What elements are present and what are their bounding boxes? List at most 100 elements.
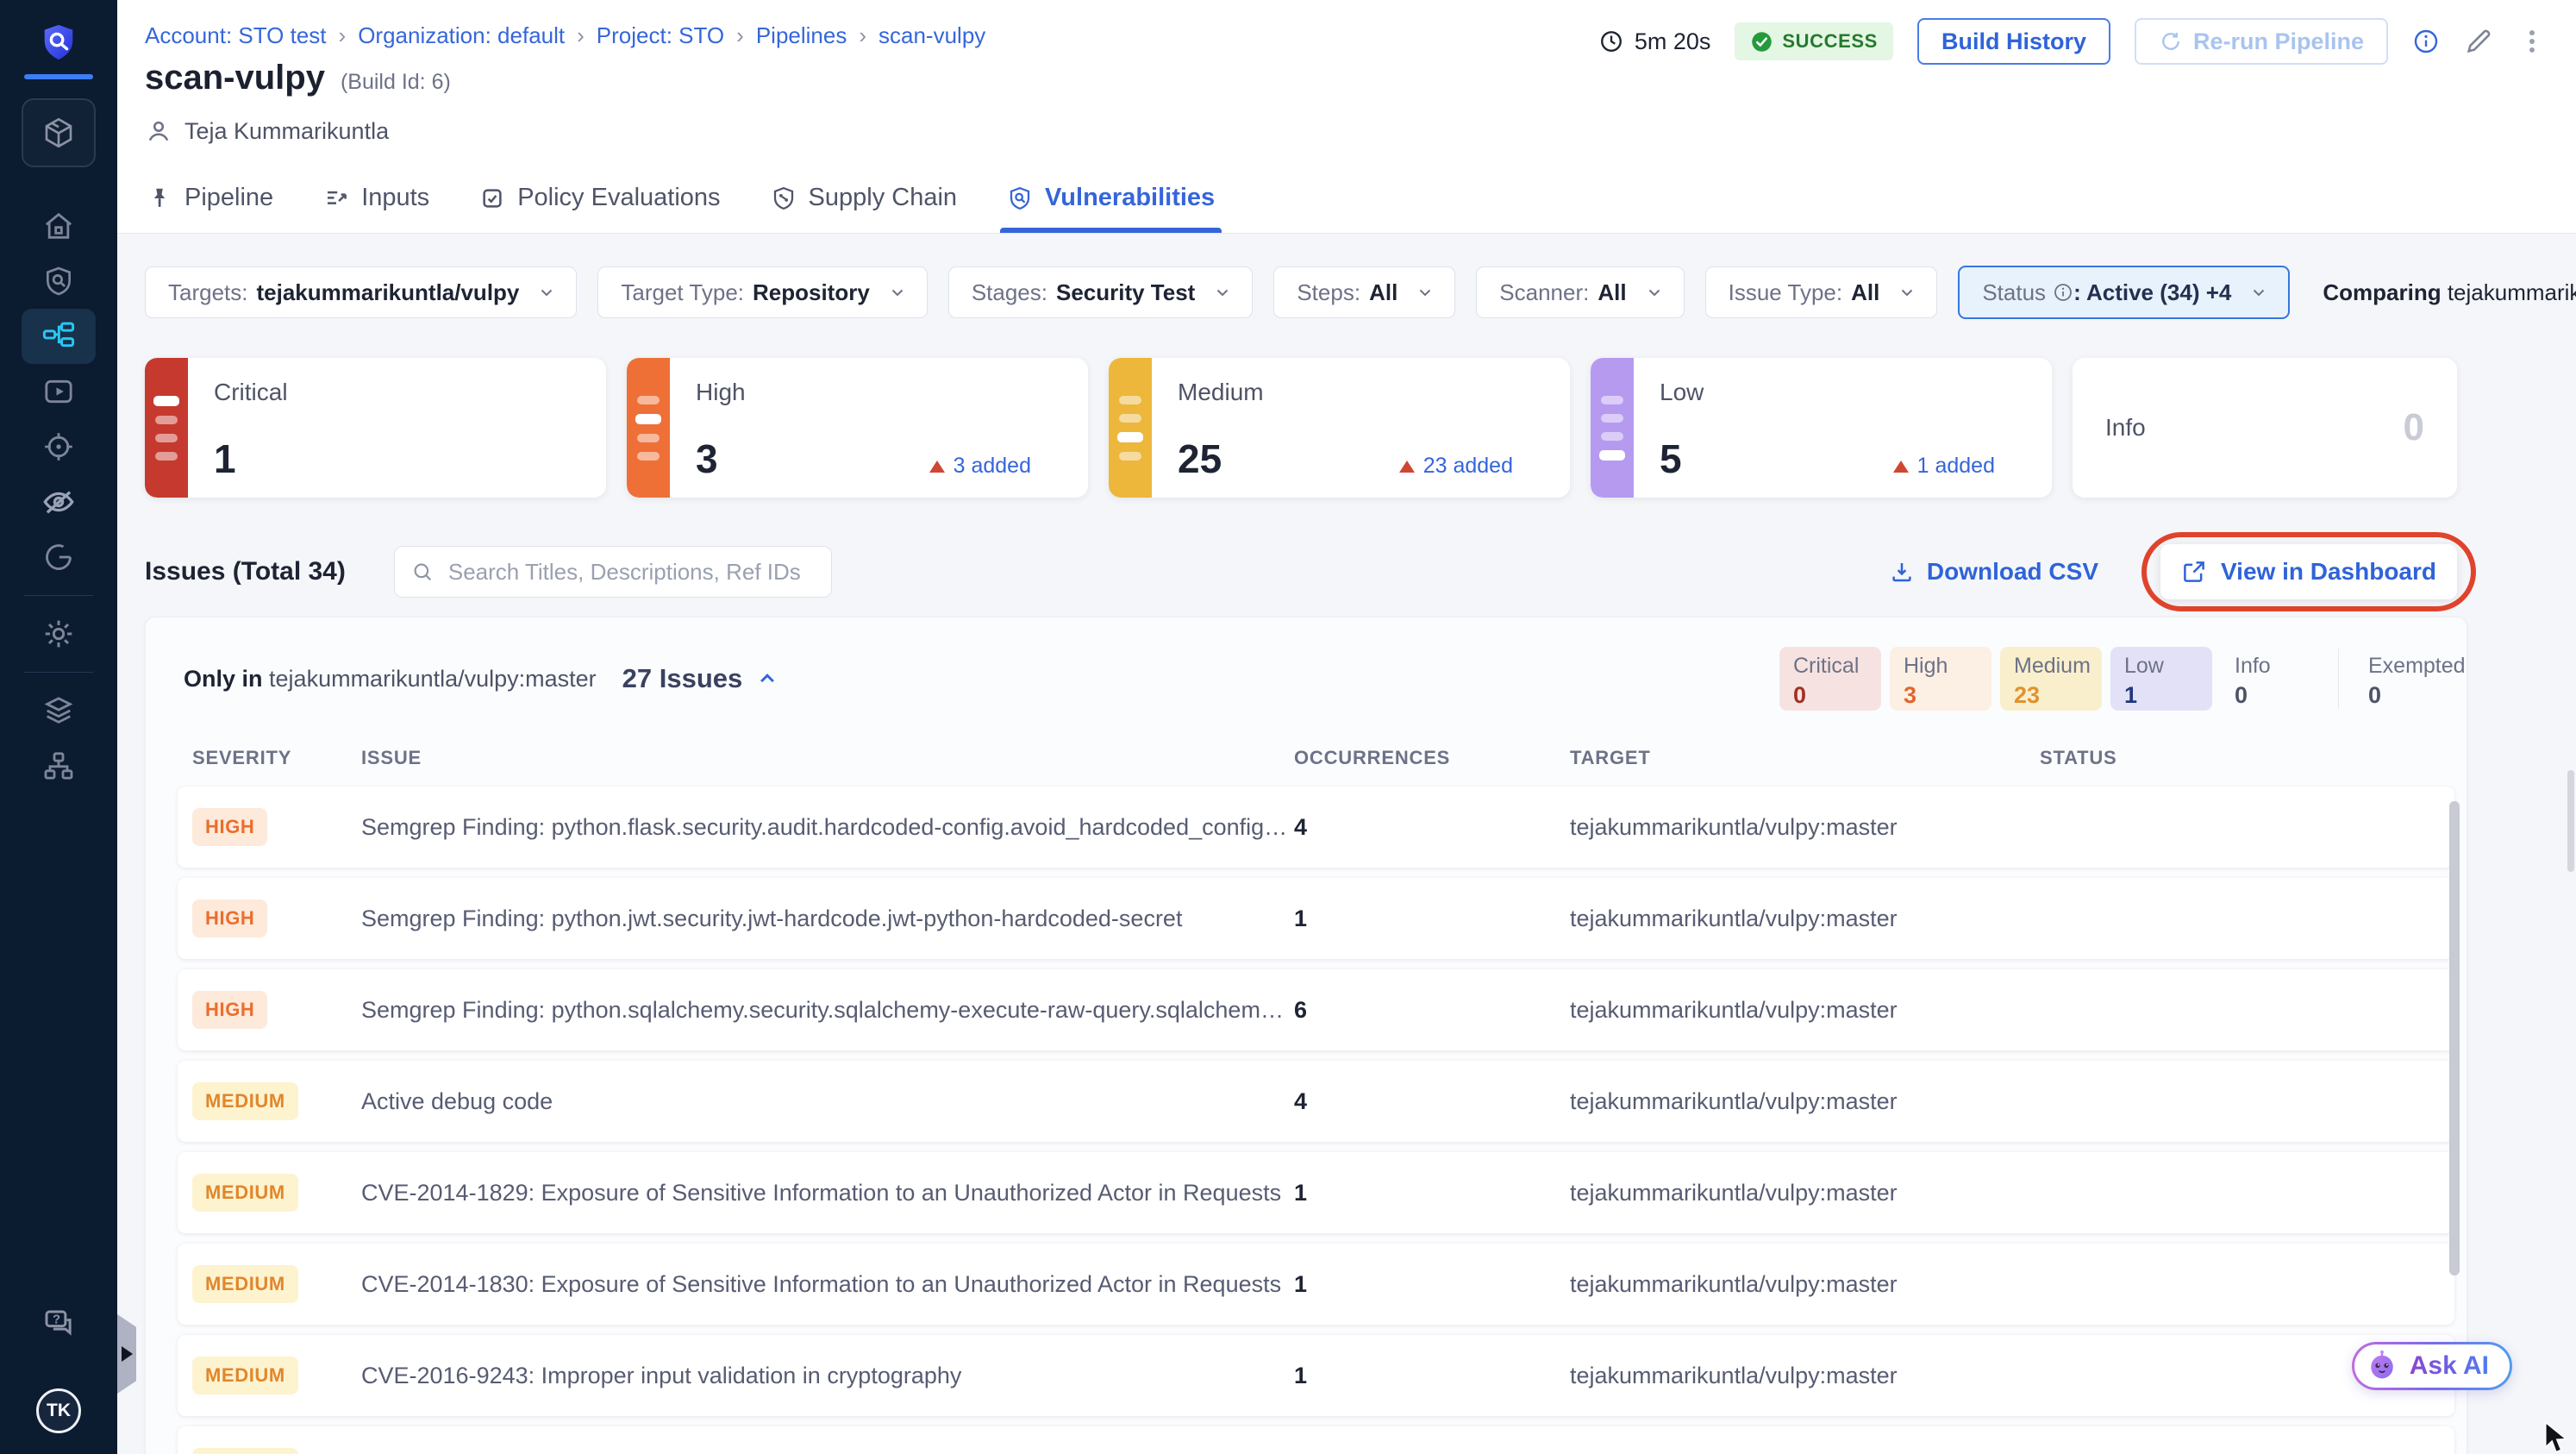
page-title: scan-vulpy (145, 59, 325, 97)
severity-badge: MEDIUM (192, 1448, 298, 1454)
sidebar-item-getting-started[interactable] (22, 530, 96, 585)
chevron-down-icon (1644, 282, 1665, 303)
tab-policy-evaluations[interactable]: Policy Evaluations (478, 168, 722, 233)
issue-title: CVE-2014-1830: Exposure of Sensitive Inf… (361, 1270, 1282, 1297)
rerun-pipeline-button[interactable]: Re-run Pipeline (2134, 18, 2388, 65)
info-card[interactable]: Info 0 (2073, 358, 2457, 498)
sidebar-expand-handle[interactable] (117, 1314, 136, 1394)
critical-card[interactable]: Critical 1 (145, 358, 606, 498)
sidebar-item-exemptions[interactable] (22, 474, 96, 530)
filter-status[interactable]: Status : Active (34) +4 (1958, 266, 2291, 319)
sidebar-item-test-targets[interactable] (22, 254, 96, 309)
tab-supply-chain[interactable]: Supply Chain (769, 168, 960, 233)
breadcrumb: Account: STO test › Organization: defaul… (145, 22, 986, 49)
low-card[interactable]: Low 5 1 added (1591, 358, 2052, 498)
group-target: tejakummarikuntla/vulpy:master (269, 665, 597, 692)
sidebar-bottom: ? TK (0, 1306, 117, 1454)
issue-target: tejakummarikuntla/vulpy:master (1570, 1179, 1898, 1206)
page-scrollbar[interactable] (2567, 770, 2574, 872)
chip-info[interactable]: Info 0 (2221, 647, 2323, 711)
mouse-cursor (2543, 1421, 2573, 1454)
shield-search-icon (42, 265, 75, 298)
help-chat-button[interactable]: ? (41, 1306, 77, 1342)
external-link-icon (2181, 559, 2207, 585)
issue-title: Semgrep Finding: python.jwt.security.jwt… (361, 905, 1183, 931)
tab-vulnerabilities[interactable]: Vulnerabilities (1000, 168, 1222, 233)
issue-occurrences: 1 (1294, 1270, 1308, 1297)
breadcrumb-project[interactable]: Project: STO (597, 22, 724, 49)
sidebar-item-default-settings[interactable] (22, 683, 96, 738)
only-in-label: Only in (184, 665, 263, 692)
table-header: SEVERITY ISSUE OCCURRENCES TARGET STATUS (146, 747, 2467, 769)
issue-occurrences: 4 (1294, 1087, 1308, 1114)
table-row[interactable]: HIGH Semgrep Finding: python.flask.secur… (178, 787, 2454, 868)
chip-exempted[interactable]: Exempted 0 (2354, 647, 2466, 711)
breadcrumb-account[interactable]: Account: STO test (145, 22, 327, 49)
edit-pipeline-button[interactable] (2464, 27, 2493, 56)
table-row[interactable]: MEDIUM Active debug code 4 tejakummariku… (178, 1061, 2454, 1142)
table-row[interactable]: MEDIUM CVE-2016-9243: Improper input val… (178, 1335, 2454, 1416)
table-row[interactable]: HIGH Semgrep Finding: python.sqlalchemy.… (178, 969, 2454, 1050)
col-occurrences: OCCURRENCES (1294, 747, 1451, 768)
sidebar-item-home[interactable] (22, 198, 96, 254)
supply-chain-tab-icon (771, 185, 797, 211)
issue-target: tejakummarikuntla/vulpy:master (1570, 996, 1898, 1023)
table-scrollbar[interactable] (2449, 801, 2460, 1275)
col-issue: ISSUE (361, 747, 422, 768)
chip-low[interactable]: Low 1 (2110, 647, 2212, 711)
severity-level-icon (145, 358, 188, 498)
issues-title: Issues (Total 34) (145, 557, 346, 586)
search-input[interactable] (446, 557, 816, 586)
power-icon (42, 541, 75, 573)
medium-card[interactable]: Medium 25 23 added (1109, 358, 1570, 498)
triggered-by: Teja Kummarikuntla (145, 117, 389, 145)
tab-inputs[interactable]: Inputs (322, 168, 431, 233)
sidebar-item-targets[interactable] (22, 419, 96, 474)
breadcrumb-organization[interactable]: Organization: default (358, 22, 565, 49)
filter-steps[interactable]: Steps: All (1273, 266, 1456, 318)
sidebar-nav (0, 198, 117, 793)
filter-target-type[interactable]: Target Type: Repository (597, 266, 928, 318)
sto-shield-logo[interactable] (39, 22, 78, 62)
sidebar-divider (24, 595, 93, 596)
more-options-button[interactable] (2517, 27, 2547, 56)
sidebar-item-pipelines[interactable] (22, 309, 96, 364)
severity-level-icon (1591, 358, 1634, 498)
severity-badge: HIGH (192, 899, 268, 937)
table-row[interactable]: MEDIUM (178, 1426, 2454, 1454)
ai-robot-icon (2365, 1349, 2399, 1383)
filter-stages[interactable]: Stages: Security Test (947, 266, 1254, 318)
col-target: TARGET (1570, 747, 1651, 768)
severity-level-icon (1109, 358, 1152, 498)
filter-targets[interactable]: Targets: tejakummarikuntla/vulpy (145, 266, 578, 318)
table-row[interactable]: HIGH Semgrep Finding: python.jwt.securit… (178, 878, 2454, 959)
chip-high[interactable]: High 3 (1890, 647, 1991, 711)
breadcrumb-current[interactable]: scan-vulpy (878, 22, 985, 49)
user-avatar[interactable]: TK (36, 1388, 81, 1433)
issue-title: Semgrep Finding: python.sqlalchemy.secur… (361, 996, 1294, 1023)
issue-target: tejakummarikuntla/vulpy:master (1570, 1362, 1898, 1388)
table-row[interactable]: MEDIUM CVE-2014-1830: Exposure of Sensit… (178, 1244, 2454, 1325)
sidebar-item-project-settings[interactable] (22, 606, 96, 661)
chip-critical[interactable]: Critical 0 (1779, 647, 1881, 711)
home-icon (41, 209, 76, 243)
collapse-group-button[interactable] (754, 666, 780, 692)
breadcrumb-pipelines[interactable]: Pipelines (756, 22, 847, 49)
comparing-text: Comparing tejakummarikuntla/vulpy:master… (2323, 279, 2576, 305)
sidebar-item-governance[interactable] (22, 738, 96, 793)
sidebar-item-executions[interactable] (22, 364, 96, 419)
info-button[interactable] (2412, 28, 2440, 55)
ask-ai-button[interactable]: Ask AI (2351, 1342, 2512, 1390)
table-row[interactable]: MEDIUM CVE-2014-1829: Exposure of Sensit… (178, 1152, 2454, 1233)
issues-search (393, 546, 832, 598)
high-card[interactable]: High 3 3 added (627, 358, 1088, 498)
module-selector-button[interactable] (22, 98, 96, 167)
tab-pipeline[interactable]: Pipeline (145, 168, 275, 233)
filter-scanner[interactable]: Scanner: All (1476, 266, 1685, 318)
filter-issue-type[interactable]: Issue Type: All (1704, 266, 1938, 318)
view-in-dashboard-button[interactable]: View in Dashboard (2160, 544, 2457, 599)
chip-medium[interactable]: Medium 23 (2000, 647, 2102, 711)
build-history-button[interactable]: Build History (1916, 18, 2110, 65)
download-csv-button[interactable]: Download CSV (1884, 557, 2104, 586)
issue-title: Semgrep Finding: python.flask.security.a… (361, 813, 1294, 840)
